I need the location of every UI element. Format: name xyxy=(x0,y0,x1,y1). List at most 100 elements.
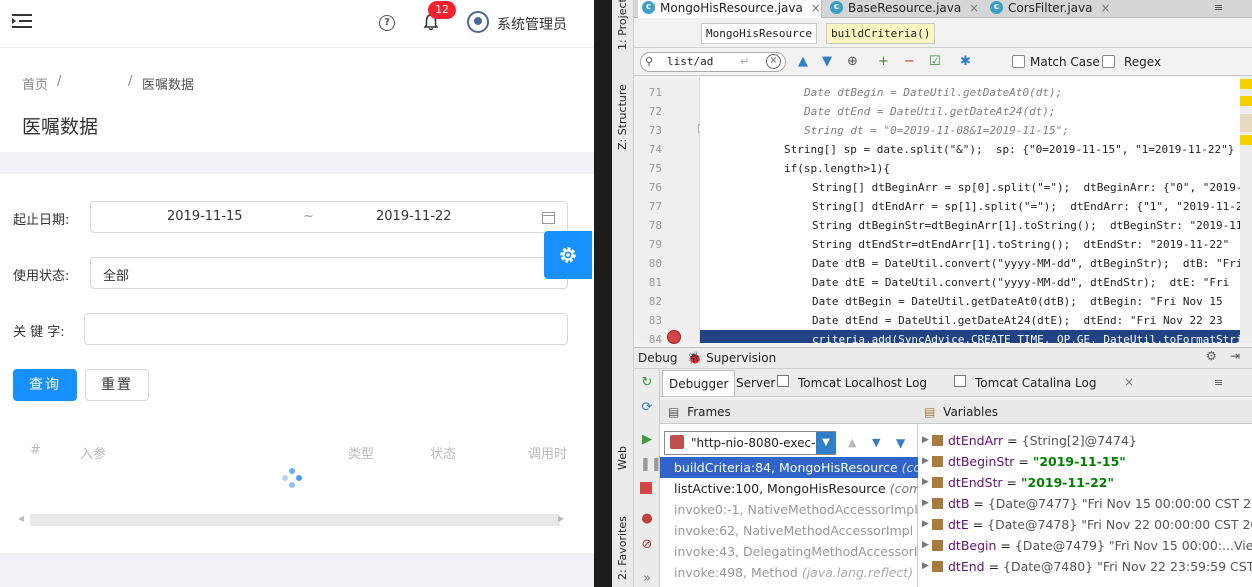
expand-arrow-icon[interactable]: ▶ xyxy=(922,514,929,535)
resume-icon[interactable]: ▶ xyxy=(640,433,654,447)
variable-type: {Date@7477} "Fri Nov 15 00:00:00 CST 201… xyxy=(987,496,1252,511)
search-settings-icon[interactable]: ✱ xyxy=(960,55,971,69)
stack-frame[interactable]: invoke:62, NativeMethodAccessorImpl(su xyxy=(660,520,918,541)
warning-mark[interactable] xyxy=(1240,135,1252,145)
java-class-icon: c xyxy=(990,1,1003,14)
project-tool-tab[interactable]: 1: Project xyxy=(616,0,629,50)
variable-row[interactable]: ▶ dtEndArr = {String[2]@7474} xyxy=(918,430,1252,451)
close-tab-icon[interactable]: × xyxy=(969,1,979,15)
variable-row[interactable]: ▶ dtEndStr = "2019-11-22" xyxy=(918,472,1252,493)
structure-tool-tab[interactable]: Z: Structure xyxy=(616,84,629,150)
tab-baseresource[interactable]: c BaseResource.java × xyxy=(826,0,985,18)
stack-frame[interactable]: invoke:43, DelegatingMethodAccessorImp xyxy=(660,541,918,562)
debug-config-name[interactable]: Supervision xyxy=(706,351,776,365)
date-start-input[interactable]: 2019-11-15 xyxy=(167,209,243,224)
expand-arrow-icon[interactable]: ▶ xyxy=(922,472,929,493)
more-actions-icon[interactable]: » xyxy=(640,572,654,586)
thread-selector[interactable]: "http-nio-8080-exec- xyxy=(664,431,836,455)
warning-mark[interactable] xyxy=(1240,96,1252,106)
match-case-checkbox[interactable] xyxy=(1012,55,1025,68)
expand-arrow-icon[interactable]: ▶ xyxy=(922,451,929,472)
remove-selection-icon[interactable]: − xyxy=(904,55,915,69)
expand-arrow-icon[interactable]: ▶ xyxy=(922,556,929,577)
warning-mark[interactable] xyxy=(1240,79,1252,89)
filter-icon[interactable]: ▼ xyxy=(896,436,905,450)
tab-mongohisresource[interactable]: c MongoHisResource.java × xyxy=(638,0,822,18)
variable-row[interactable]: ▶ dtE = {Date@7478} "Fri Nov 22 00:00:00 … xyxy=(918,514,1252,535)
status-select[interactable]: 全部 xyxy=(90,257,568,289)
variable-row[interactable]: ▶ dtBeginStr = "2019-11-15" xyxy=(918,451,1252,472)
tab-corsfilter[interactable]: c CorsFilter.java × xyxy=(986,0,1116,18)
tab-tomcat-localhost-log[interactable]: Tomcat Localhost Log xyxy=(792,370,933,396)
code-line: String[] sp = date.split("&"); sp: {"0=2… xyxy=(784,143,1235,156)
variable-row[interactable]: ▶ dtEnd = {Date@7480} "Fri Nov 22 23:59:5… xyxy=(918,556,1252,577)
settings-float-button[interactable] xyxy=(544,231,592,279)
menu-toggle-icon[interactable] xyxy=(12,13,32,29)
stack-frame[interactable]: buildCriteria:84, MongoHisResource(com xyxy=(660,457,918,478)
expand-arrow-icon[interactable]: ▶ xyxy=(922,535,929,556)
tab-list-icon[interactable]: ≡ xyxy=(1214,376,1223,389)
variable-name: dtEndArr xyxy=(948,433,1004,448)
scroll-thumb[interactable] xyxy=(1240,114,1252,132)
rerun-icon[interactable]: ↻ xyxy=(640,376,654,390)
date-range-picker[interactable]: 2019-11-15 ~ 2019-11-22 xyxy=(90,201,568,233)
previous-occurrence-icon[interactable]: ▲ xyxy=(798,55,808,69)
variable-row[interactable]: ▶ dtB = {Date@7477} "Fri Nov 15 00:00:00 … xyxy=(918,493,1252,514)
find-input[interactable]: list/ad xyxy=(640,52,786,72)
help-icon[interactable]: ? xyxy=(379,15,395,31)
web-tool-tab[interactable]: Web xyxy=(616,446,629,470)
user-name[interactable]: 系统管理员 xyxy=(497,14,567,34)
frame-down-icon[interactable]: ▼ xyxy=(872,436,880,449)
tab-server[interactable]: Server xyxy=(730,370,781,396)
close-tab-icon[interactable]: × xyxy=(1124,375,1134,389)
keyword-input[interactable] xyxy=(84,313,568,345)
refresh-icon[interactable]: ⟳ xyxy=(640,401,654,415)
stack-frame[interactable]: invoke:498, Method (java.lang.reflect) xyxy=(660,562,918,583)
date-end-input[interactable]: 2019-11-22 xyxy=(376,209,452,224)
breakpoint-icon[interactable] xyxy=(667,330,681,344)
newline-icon[interactable]: ↵ xyxy=(740,55,749,68)
frame-up-icon[interactable]: ▲ xyxy=(848,436,856,449)
variable-name: dtE xyxy=(948,517,969,532)
mute-breakpoints-icon[interactable]: ⊘ xyxy=(640,538,654,552)
frame-method: invoke:62, NativeMethodAccessorImpl xyxy=(674,523,914,538)
find-all-icon[interactable]: ⊕ xyxy=(847,55,858,69)
add-selection-icon[interactable]: + xyxy=(878,55,889,69)
clear-search-icon[interactable]: × xyxy=(766,54,781,69)
chevron-down-icon[interactable]: ▼ xyxy=(816,432,836,454)
scroll-right-icon[interactable]: ▶ xyxy=(558,514,564,523)
breadcrumb-class[interactable]: MongoHisResource xyxy=(701,23,817,44)
close-tab-icon[interactable]: × xyxy=(1100,1,1110,15)
close-tab-icon[interactable]: × xyxy=(811,1,821,15)
debug-settings-icon[interactable]: ⚙ xyxy=(1206,349,1217,363)
avatar[interactable] xyxy=(467,11,489,33)
view-breakpoints-icon[interactable]: ● xyxy=(640,512,654,526)
tab-overflow-icon[interactable]: ≡ xyxy=(1214,1,1223,14)
pause-icon[interactable]: ❚❚ xyxy=(640,458,662,472)
variable-row[interactable]: ▶ dtBegin = {Date@7479} "Fri Nov 15 00:00… xyxy=(918,535,1252,556)
variable-name: dtBeginStr xyxy=(948,454,1015,469)
scroll-left-icon[interactable]: ◀ xyxy=(18,514,24,523)
tab-tomcat-catalina-log[interactable]: Tomcat Catalina Log xyxy=(969,370,1102,396)
regex-checkbox[interactable] xyxy=(1102,55,1115,68)
stack-frame[interactable]: invoke0:-1, NativeMethodAccessorImpl(su xyxy=(660,499,918,520)
expand-arrow-icon[interactable]: ▶ xyxy=(922,430,929,451)
breadcrumb-method[interactable]: buildCriteria() xyxy=(826,23,936,44)
hide-panel-icon[interactable]: ⇥ xyxy=(1230,349,1240,363)
code-editor[interactable]: Date dtBegin = DateUtil.getDateAt0(dt); … xyxy=(700,77,1240,343)
next-occurrence-icon[interactable]: ▼ xyxy=(822,55,832,69)
stop-icon[interactable] xyxy=(640,482,652,494)
breadcrumb-home[interactable]: 首页 xyxy=(22,74,48,93)
table-horizontal-scrollbar[interactable] xyxy=(30,514,560,526)
query-button[interactable]: 查询 xyxy=(13,369,77,401)
tab-debugger[interactable]: Debugger xyxy=(662,370,736,396)
date-range-label: 起止日期: xyxy=(13,213,70,228)
favorites-tool-tab[interactable]: 2: Favorites xyxy=(616,516,629,580)
expand-arrow-icon[interactable]: ▶ xyxy=(922,493,929,514)
stack-frame[interactable]: listActive:100, MongoHisResource(com.ir xyxy=(660,478,918,499)
reset-button[interactable]: 重置 xyxy=(85,369,149,401)
line-number: 81 xyxy=(648,276,662,289)
select-all-occurrences-icon[interactable]: ☑ xyxy=(929,55,941,69)
log-icon xyxy=(954,375,966,387)
frames-header: ▤ Frames xyxy=(660,400,918,424)
